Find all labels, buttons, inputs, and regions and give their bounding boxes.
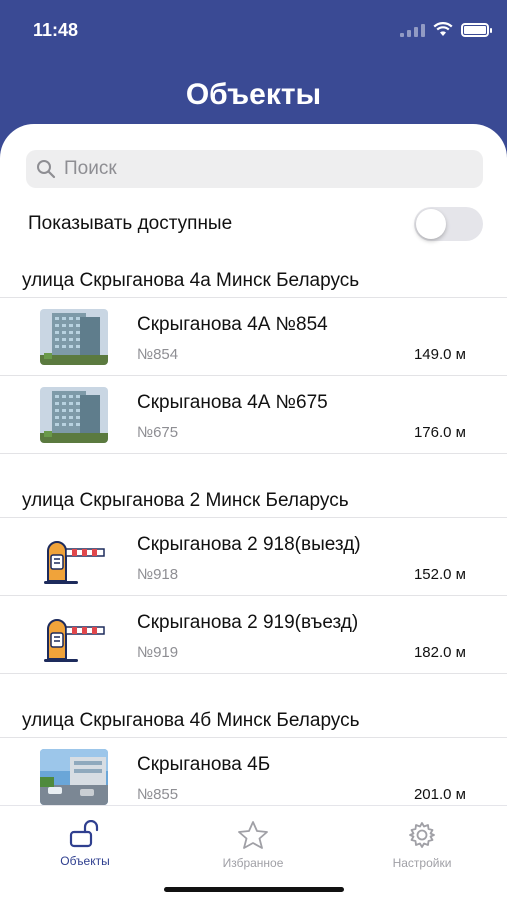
item-number: №854 (137, 346, 179, 363)
item-name: Скрыганова 2 918(выезд) (137, 534, 361, 555)
item-distance: 182.0 м (413, 644, 466, 661)
item-name: Скрыганова 2 919(въезд) (137, 612, 359, 633)
item-distance: 176.0 м (413, 424, 466, 441)
toggle-knob (416, 209, 446, 239)
tab-bar: Объекты Избранное Настройки (0, 805, 507, 900)
objects-sheet: Поиск Показывать доступные улица Скрыган… (0, 124, 507, 900)
cellular-signal-icon (400, 23, 425, 37)
item-name: Скрыганова 4А №854 (137, 314, 328, 335)
item-number: №675 (137, 424, 179, 441)
parking-thumbnail (40, 749, 108, 805)
unlocked-padlock-icon (69, 820, 99, 848)
objects-list: улица Скрыганова 4а Минск Беларусь Скрыг… (0, 264, 507, 816)
barrier-gate-icon (40, 529, 108, 585)
list-item[interactable]: Скрыганова 2 919(въезд) №919 182.0 м (0, 596, 507, 674)
status-icons (400, 22, 492, 37)
wifi-icon (433, 22, 453, 36)
tab-settings-label: Настройки (392, 856, 452, 870)
show-available-toggle[interactable] (414, 207, 483, 241)
item-name: Скрыганова 4А №675 (137, 392, 328, 413)
tab-settings[interactable]: Настройки (362, 820, 482, 870)
item-number: №855 (137, 786, 179, 803)
item-number: №918 (137, 566, 179, 583)
item-number: №919 (137, 644, 179, 661)
building-thumbnail (40, 387, 108, 443)
section-header: улица Скрыганова 4б Минск Беларусь (0, 704, 507, 738)
list-item[interactable]: Скрыганова 2 918(выезд) №918 152.0 м (0, 518, 507, 596)
item-name: Скрыганова 4Б (137, 754, 271, 775)
status-bar: 11:48 (0, 0, 507, 60)
section-header: улица Скрыганова 2 Минск Беларусь (0, 484, 507, 518)
search-placeholder: Поиск (64, 158, 117, 179)
tab-objects-label: Объекты (60, 854, 110, 868)
show-available-label: Показывать доступные (28, 213, 233, 234)
gear-icon (409, 822, 435, 848)
battery-icon (461, 22, 492, 37)
item-distance: 152.0 м (413, 566, 466, 583)
show-available-row: Показывать доступные (28, 204, 483, 244)
section-header: улица Скрыганова 4а Минск Беларусь (0, 264, 507, 298)
barrier-gate-icon (40, 607, 108, 663)
status-time: 11:48 (33, 20, 79, 40)
page-title: Объекты (185, 78, 322, 111)
item-distance: 201.0 м (413, 786, 466, 803)
tab-favorites[interactable]: Избранное (193, 820, 313, 870)
list-item[interactable]: Скрыганова 4А №854 №854 149.0 м (0, 298, 507, 376)
item-distance: 149.0 м (413, 346, 466, 363)
tab-objects[interactable]: Объекты (25, 820, 145, 868)
search-input[interactable]: Поиск (26, 150, 483, 188)
building-thumbnail (40, 309, 108, 365)
star-icon (238, 821, 268, 849)
search-icon (37, 160, 56, 179)
home-indicator (164, 887, 344, 892)
tab-favorites-label: Избранное (222, 856, 284, 870)
list-item[interactable]: Скрыганова 4А №675 №675 176.0 м (0, 376, 507, 454)
